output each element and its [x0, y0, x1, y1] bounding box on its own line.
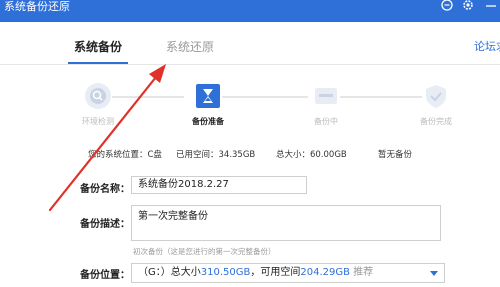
- backup-description-hint: 初次备份（这是您进行的第一次完整备份）: [133, 247, 276, 256]
- backup-location-select[interactable]: （G：）总大小310.50GB，可用空间204.29GB 推荐: [131, 263, 445, 283]
- step-label-environment-check: 环境检测: [82, 117, 114, 126]
- location-prefix: （G：）总大小: [138, 267, 201, 278]
- step-label-backup-complete: 备份完成: [420, 117, 452, 126]
- location-free-space: 204.29GB: [300, 267, 350, 278]
- title-bar: 系统备份还原: [0, 0, 500, 22]
- environment-check-icon: [84, 82, 112, 110]
- backup-name-label: 备份名称：: [80, 184, 130, 195]
- backup-complete-icon: [422, 82, 450, 110]
- step-connector: [340, 96, 422, 98]
- minimize-icon[interactable]: [484, 0, 498, 12]
- location-mid: ，可用空间: [250, 267, 301, 278]
- tab-system-backup[interactable]: 系统备份: [74, 38, 122, 56]
- recommended-tag: 推荐: [353, 267, 374, 278]
- step-connector: [112, 96, 184, 98]
- backup-progress-icon: [312, 82, 340, 110]
- step-label-backing-up: 备份中: [314, 117, 338, 126]
- tab-system-restore[interactable]: 系统还原: [166, 38, 214, 56]
- tab-bar: 系统备份 系统还原 论坛求: [0, 22, 500, 65]
- forum-link[interactable]: 论坛求: [474, 38, 500, 54]
- gear-icon[interactable]: [461, 0, 475, 12]
- window-title: 系统备份还原: [4, 0, 70, 13]
- backup-description-textarea[interactable]: 第一次完整备份: [131, 205, 441, 241]
- chevron-down-icon[interactable]: [430, 271, 438, 276]
- step-label-backup-preparation: 备份准备: [192, 117, 224, 126]
- feedback-icon[interactable]: [440, 0, 454, 12]
- used-space: 已用空间：34.35GB: [176, 150, 256, 160]
- backup-location-label: 备份位置：: [80, 270, 130, 281]
- location-total-size: 310.50GB: [200, 267, 251, 278]
- total-size: 总大小：60.00GB: [276, 150, 347, 160]
- backup-name-input[interactable]: 系统备份2018.2.27: [131, 176, 307, 194]
- backup-status: 暂无备份: [378, 150, 413, 160]
- active-tab-indicator: [68, 62, 128, 64]
- system-location: 您的系统位置：C盘: [88, 150, 162, 160]
- backup-description-label: 备份描述：: [80, 219, 130, 230]
- hourglass-icon: [194, 82, 222, 110]
- step-connector: [222, 96, 308, 98]
